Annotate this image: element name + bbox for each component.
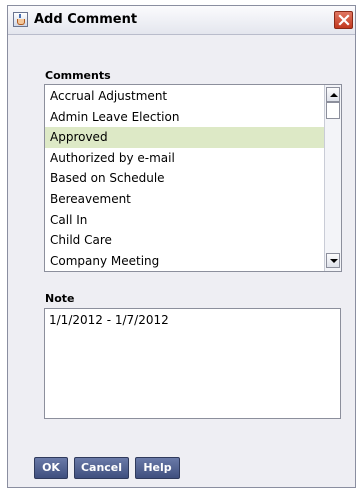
close-icon — [338, 14, 350, 26]
scroll-thumb[interactable] — [326, 102, 340, 119]
list-item[interactable]: Admin Leave Election — [45, 107, 324, 128]
comments-scrollbar[interactable] — [324, 85, 341, 271]
cancel-button[interactable]: Cancel — [74, 457, 129, 479]
list-item[interactable]: Call In — [45, 210, 324, 231]
list-item[interactable]: Bereavement — [45, 189, 324, 210]
java-cup-icon — [13, 12, 28, 27]
close-button[interactable] — [334, 11, 353, 29]
scroll-down-button[interactable] — [326, 253, 340, 268]
list-item[interactable]: Child Care — [45, 230, 324, 251]
list-item[interactable]: Accrual Adjustment — [45, 86, 324, 107]
note-textarea[interactable]: 1/1/2012 - 1/7/2012 — [44, 308, 341, 419]
dialog-title: Add Comment — [34, 12, 138, 27]
list-item[interactable]: Company Meeting — [45, 251, 324, 271]
list-item[interactable]: Authorized by e-mail — [45, 148, 324, 169]
note-label: Note — [45, 292, 75, 305]
chevron-down-icon — [330, 259, 338, 263]
scroll-up-button[interactable] — [326, 87, 340, 102]
ok-button[interactable]: OK — [34, 457, 68, 479]
comments-label: Comments — [45, 69, 111, 82]
title-bar[interactable]: Add Comment — [8, 6, 355, 35]
chevron-up-icon — [330, 93, 338, 97]
add-comment-dialog: Add Comment Comments Accrual Adjustment A… — [7, 5, 356, 488]
comments-list[interactable]: Accrual Adjustment Admin Leave Election Ap… — [44, 84, 342, 272]
help-button[interactable]: Help — [135, 457, 180, 479]
list-item[interactable]: Approved — [45, 127, 324, 148]
list-item[interactable]: Based on Schedule — [45, 168, 324, 189]
comments-list-items: Accrual Adjustment Admin Leave Election Ap… — [45, 86, 324, 271]
